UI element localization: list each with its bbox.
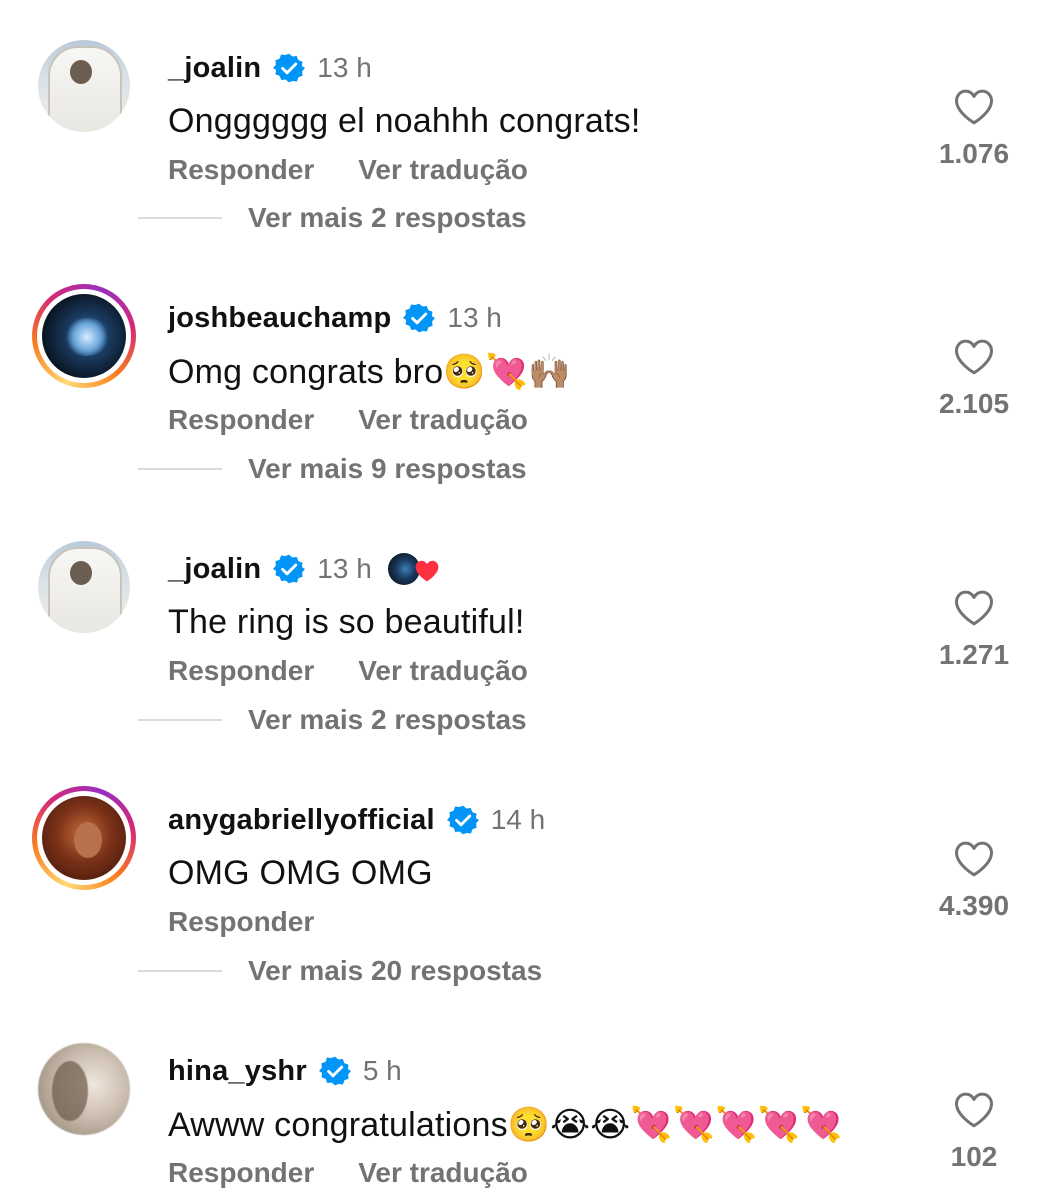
comment-text: The ring is so beautiful! bbox=[168, 603, 525, 641]
heart-outline-icon[interactable] bbox=[954, 589, 994, 627]
avatar-image bbox=[38, 1043, 130, 1135]
like-control: 102 bbox=[929, 1091, 1019, 1173]
timestamp: 13 h bbox=[317, 52, 372, 83]
heart-outline-icon[interactable] bbox=[954, 88, 994, 126]
divider bbox=[138, 217, 222, 219]
avatar-image bbox=[38, 40, 130, 132]
divider bbox=[138, 970, 222, 972]
author-liked-badge bbox=[387, 553, 448, 585]
username[interactable]: _joalin bbox=[168, 52, 261, 85]
timestamp: 14 h bbox=[490, 804, 546, 835]
comment-header: _joalin 13 h bbox=[168, 50, 372, 86]
divider bbox=[138, 468, 222, 470]
view-replies-label: Ver mais 2 respostas bbox=[248, 704, 527, 735]
avatar-image bbox=[37, 289, 131, 383]
comment-text: OMG OMG OMG bbox=[168, 854, 433, 892]
like-control: 2.105 bbox=[929, 338, 1019, 420]
timestamp: 13 h bbox=[447, 302, 502, 333]
comment-header: _joalin 13 h bbox=[168, 551, 448, 587]
translate-button[interactable]: Ver tradução bbox=[358, 154, 528, 186]
comment-item: _joalin 13 h The ring is so beautiful! R… bbox=[0, 523, 1049, 686]
comment-text: Awww congratulations🥺😭😭💘💘💘💘💘 bbox=[168, 1106, 843, 1144]
comment-item: hina_yshr 5 h Awww congratulations🥺😭😭💘💘💘… bbox=[0, 1025, 1049, 1188]
comment-actions: Responder Ver tradução bbox=[168, 404, 528, 436]
divider bbox=[138, 719, 222, 721]
reply-button[interactable]: Responder bbox=[168, 404, 314, 436]
translate-button[interactable]: Ver tradução bbox=[358, 655, 528, 687]
heart-outline-icon[interactable] bbox=[954, 338, 994, 376]
verified-badge-icon bbox=[403, 303, 436, 333]
view-replies-label: Ver mais 9 respostas bbox=[248, 453, 527, 484]
username[interactable]: _joalin bbox=[168, 553, 261, 586]
view-replies-button[interactable]: Ver mais 2 respostas bbox=[138, 202, 527, 234]
timestamp: 5 h bbox=[362, 1055, 402, 1086]
verified-badge-icon bbox=[318, 1056, 351, 1086]
comment-header: hina_yshr 5 h bbox=[168, 1053, 402, 1089]
username[interactable]: anygabriellyofficial bbox=[168, 804, 435, 837]
comment-actions: Responder Ver tradução bbox=[168, 655, 528, 687]
view-replies-label: Ver mais 20 respostas bbox=[248, 955, 543, 986]
comment-actions: Responder Ver tradução bbox=[168, 1157, 528, 1189]
reply-button[interactable]: Responder bbox=[168, 906, 314, 938]
view-replies-label: Ver mais 2 respostas bbox=[248, 202, 527, 233]
heart-outline-icon[interactable] bbox=[954, 1091, 994, 1129]
avatar[interactable] bbox=[32, 1037, 136, 1141]
like-control: 1.076 bbox=[929, 88, 1019, 170]
heart-outline-icon[interactable] bbox=[954, 840, 994, 878]
view-replies-button[interactable]: Ver mais 2 respostas bbox=[138, 704, 527, 736]
author-liked-heart-icon bbox=[415, 560, 439, 582]
avatar[interactable] bbox=[32, 535, 136, 639]
comment-text: Omg congrats bro🥺💘🙌🏽 bbox=[168, 353, 571, 391]
like-count: 1.076 bbox=[938, 138, 1010, 169]
reply-button[interactable]: Responder bbox=[168, 655, 314, 687]
username[interactable]: hina_yshr bbox=[168, 1055, 307, 1088]
avatar[interactable] bbox=[32, 786, 136, 890]
translate-button[interactable]: Ver tradução bbox=[358, 404, 528, 436]
avatar[interactable] bbox=[32, 284, 136, 388]
reply-button[interactable]: Responder bbox=[168, 1157, 314, 1189]
reply-button[interactable]: Responder bbox=[168, 154, 314, 186]
comment-text: Ongggggg el noahhh congrats! bbox=[168, 102, 641, 140]
like-control: 4.390 bbox=[929, 840, 1019, 922]
comment-actions: Responder bbox=[168, 906, 314, 938]
like-count: 2.105 bbox=[938, 388, 1010, 419]
timestamp: 13 h bbox=[317, 553, 372, 584]
comment-header: joshbeauchamp 13 h bbox=[168, 300, 502, 336]
like-count: 102 bbox=[950, 1141, 998, 1172]
view-replies-button[interactable]: Ver mais 9 respostas bbox=[138, 453, 527, 485]
like-count: 1.271 bbox=[938, 639, 1010, 670]
avatar-image bbox=[38, 541, 130, 633]
avatar[interactable] bbox=[32, 34, 136, 138]
like-control: 1.271 bbox=[929, 589, 1019, 671]
comment-item: _joalin 13 h Ongggggg el noahhh congrats… bbox=[0, 22, 1049, 185]
comment-header: anygabriellyofficial 14 h bbox=[168, 802, 545, 838]
avatar-image bbox=[37, 791, 131, 885]
view-replies-button[interactable]: Ver mais 20 respostas bbox=[138, 955, 542, 987]
comment-actions: Responder Ver tradução bbox=[168, 154, 528, 186]
username[interactable]: joshbeauchamp bbox=[168, 302, 391, 335]
verified-badge-icon bbox=[273, 554, 306, 584]
comment-item: joshbeauchamp 13 h Omg congrats bro🥺💘🙌🏽 … bbox=[0, 272, 1049, 435]
comment-item: anygabriellyofficial 14 h OMG OMG OMG Re… bbox=[0, 774, 1049, 937]
verified-badge-icon bbox=[273, 53, 306, 83]
verified-badge-icon bbox=[446, 805, 479, 835]
like-count: 4.390 bbox=[938, 890, 1010, 921]
translate-button[interactable]: Ver tradução bbox=[358, 1157, 528, 1189]
